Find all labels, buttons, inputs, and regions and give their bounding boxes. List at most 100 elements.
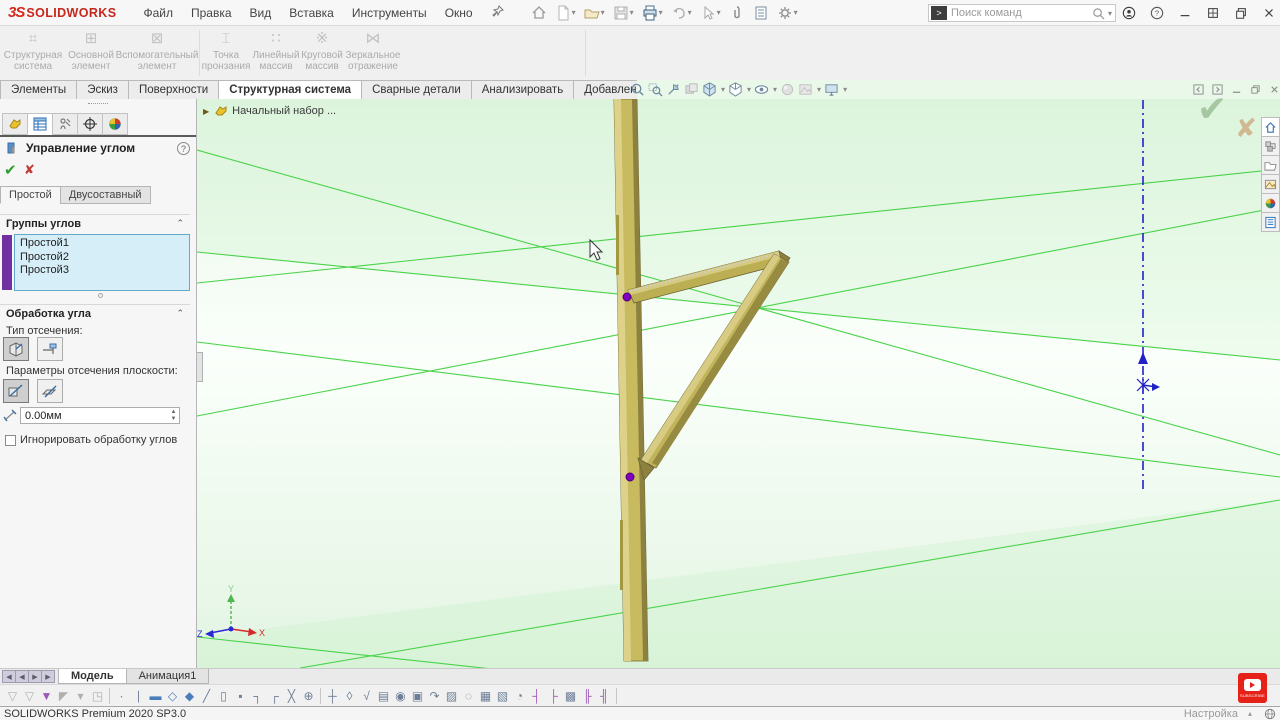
ignore-corner-treatment-row[interactable]: Игнорировать обработку углов — [5, 434, 177, 446]
collapse-chevron-icon[interactable]: ⌃ — [176, 218, 184, 230]
tab-scroll-prev[interactable]: ◀ — [15, 670, 29, 683]
snap-diamond-icon[interactable]: ◊ — [341, 689, 358, 703]
user-account-icon[interactable] — [1122, 6, 1136, 20]
snap-target-icon[interactable]: ⊕ — [300, 689, 317, 703]
undo-caret[interactable]: ▾ — [688, 8, 692, 17]
hide-show-items-icon[interactable] — [754, 82, 769, 97]
snap-stairs-icon[interactable]: ▨ — [443, 689, 460, 703]
display-style-caret[interactable]: ▾ — [747, 85, 751, 94]
zoom-to-area-icon[interactable] — [648, 82, 663, 97]
tab-scroll-next[interactable]: ▶ — [28, 670, 42, 683]
view-settings-icon[interactable] — [824, 82, 839, 97]
doc-close-button[interactable] — [1269, 84, 1280, 95]
snap-anchor-b-icon[interactable]: ╢ — [596, 689, 613, 703]
ribbon-button-mirror[interactable]: ⋈Зеркальное отражение — [344, 30, 402, 78]
corner-treatment-header[interactable]: Обработка угла ⌃ — [0, 304, 190, 323]
tab-configurationmanager[interactable] — [52, 113, 78, 135]
snap-zoom-n-icon[interactable]: ◉ — [392, 689, 409, 703]
tab-displaymanager[interactable] — [102, 113, 128, 135]
select-caret-icon[interactable]: ▾ — [72, 689, 89, 703]
snap-solid-icon[interactable]: ◆ — [181, 689, 198, 703]
save-icon[interactable]: ▾ — [610, 3, 637, 23]
offset-value-field[interactable]: 0.00мм ▲▼ — [20, 407, 180, 424]
tab-scroll-first[interactable]: ◀ — [2, 670, 16, 683]
command-search[interactable]: > Поиск команд ▾ — [928, 4, 1116, 22]
list-item-simple1[interactable]: Простой1 — [20, 237, 189, 251]
snap-plug-right-icon[interactable]: ├ — [545, 689, 562, 703]
tab-animation1[interactable]: Анимация1 — [126, 669, 210, 684]
close-button[interactable] — [1262, 6, 1276, 20]
ribbon-button-linear-pattern[interactable]: ∷Линейный массив — [250, 30, 302, 78]
flyout-tree-item[interactable]: ▶ Начальный набор ... — [203, 104, 336, 118]
restore-button[interactable] — [1206, 6, 1220, 20]
snap-polyline-icon[interactable]: ┌ — [266, 689, 283, 703]
print-caret[interactable]: ▾ — [659, 8, 663, 17]
snap-point-small-icon[interactable]: ▪ — [232, 689, 249, 703]
offset-value[interactable]: 0.00мм — [21, 410, 168, 422]
tab-scroll-last[interactable]: ▶ — [41, 670, 55, 683]
doc-restore-button[interactable] — [1250, 84, 1261, 95]
zoom-to-fit-icon[interactable] — [630, 82, 645, 97]
apply-scene-caret[interactable]: ▾ — [817, 85, 821, 94]
taskpane-appearances-button[interactable] — [1261, 193, 1280, 213]
new-document-caret[interactable]: ▾ — [572, 8, 576, 17]
filter-faces-icon[interactable]: ▼ — [38, 689, 55, 703]
help-icon[interactable]: ? — [1150, 6, 1164, 20]
snap-grid-b-icon[interactable]: ▦ — [477, 689, 494, 703]
ribbon-button-pierce-point[interactable]: ⌶Точка пронзания — [202, 30, 250, 78]
snap-face-icon[interactable]: ◇ — [164, 689, 181, 703]
apply-scene-icon[interactable] — [798, 82, 813, 97]
snap-magnifier-icon[interactable]: ◌ — [460, 689, 477, 703]
plane-option-first-button[interactable] — [3, 379, 29, 403]
pin-menu-icon[interactable] — [492, 5, 504, 20]
ribbon-button-circular-pattern[interactable]: ※Круговой массив — [298, 30, 346, 78]
ribbon-button-secondary-member[interactable]: ⊠Вспомогательный элемент — [118, 30, 196, 78]
print-icon[interactable]: ▾ — [639, 3, 666, 23]
snap-line-icon[interactable]: ╱ — [198, 689, 215, 703]
status-caret-icon[interactable]: ▴ — [1248, 709, 1252, 718]
new-document-icon[interactable]: ▾ — [552, 3, 579, 23]
tab-structure-system[interactable]: Структурная система — [218, 80, 362, 99]
menu-window[interactable]: Окно — [436, 0, 482, 26]
graphics-viewport[interactable]: Y X Z ▶ Начальный набор ... — [197, 99, 1280, 668]
attachments-icon[interactable] — [726, 3, 748, 23]
snap-point-icon[interactable]: ∙ — [113, 689, 130, 703]
pm-help-icon[interactable]: ? — [177, 142, 190, 155]
angle-groups-header[interactable]: Группы углов ⌃ — [0, 214, 190, 233]
snap-rect-icon[interactable]: ▬ — [147, 689, 164, 703]
edit-appearance-icon[interactable] — [780, 82, 795, 97]
snap-plane-icon[interactable]: ▯ — [215, 689, 232, 703]
taskpane-file-explorer-button[interactable] — [1261, 155, 1280, 175]
tab-dimxpertmanager[interactable] — [77, 113, 103, 135]
menu-file[interactable]: Файл — [134, 0, 182, 26]
menu-tools[interactable]: Инструменты — [343, 0, 436, 26]
view-orientation-caret[interactable]: ▾ — [721, 85, 725, 94]
snap-corner-icon[interactable]: ┐ — [249, 689, 266, 703]
doc-minimize-button[interactable] — [1231, 84, 1242, 95]
plane-option-second-button[interactable] — [37, 379, 63, 403]
list-item-simple2[interactable]: Простой2 — [20, 251, 189, 265]
taskpane-home-button[interactable] — [1261, 117, 1280, 137]
tab-surfaces[interactable]: Поверхности — [128, 80, 219, 99]
view-orientation-icon[interactable] — [702, 82, 717, 97]
select-icon[interactable]: ▾ — [697, 3, 724, 23]
section-view-icon[interactable] — [666, 82, 681, 97]
search-scope-caret[interactable]: ▾ — [1108, 9, 1112, 18]
ribbon-button-primary-member[interactable]: ⊞Основной элемент — [64, 30, 118, 78]
trim-type-bodytrim-button[interactable] — [3, 337, 29, 361]
snap-grid-icon[interactable]: ┼ — [324, 689, 341, 703]
ribbon-button-structure-system[interactable]: ⌗Структурная система — [2, 30, 64, 78]
mode-tab-simple[interactable]: Простой — [0, 186, 61, 204]
undo-icon[interactable]: ▾ — [668, 3, 695, 23]
menu-insert[interactable]: Вставка — [280, 0, 343, 26]
tab-features[interactable]: Элементы — [0, 80, 77, 99]
pm-ok-button[interactable]: ✔ — [4, 161, 17, 179]
taskpane-custom-properties-button[interactable] — [1261, 212, 1280, 232]
view-settings-caret[interactable]: ▾ — [843, 85, 847, 94]
tree-item-label[interactable]: Начальный набор ... — [232, 105, 336, 117]
panel-grip[interactable] — [88, 103, 108, 106]
search-magnifier-icon[interactable] — [1092, 7, 1105, 20]
taskpane-view-palette-button[interactable] — [1261, 174, 1280, 194]
snap-cross-icon[interactable]: ╳ — [283, 689, 300, 703]
open-document-icon[interactable]: ▾ — [581, 3, 608, 23]
